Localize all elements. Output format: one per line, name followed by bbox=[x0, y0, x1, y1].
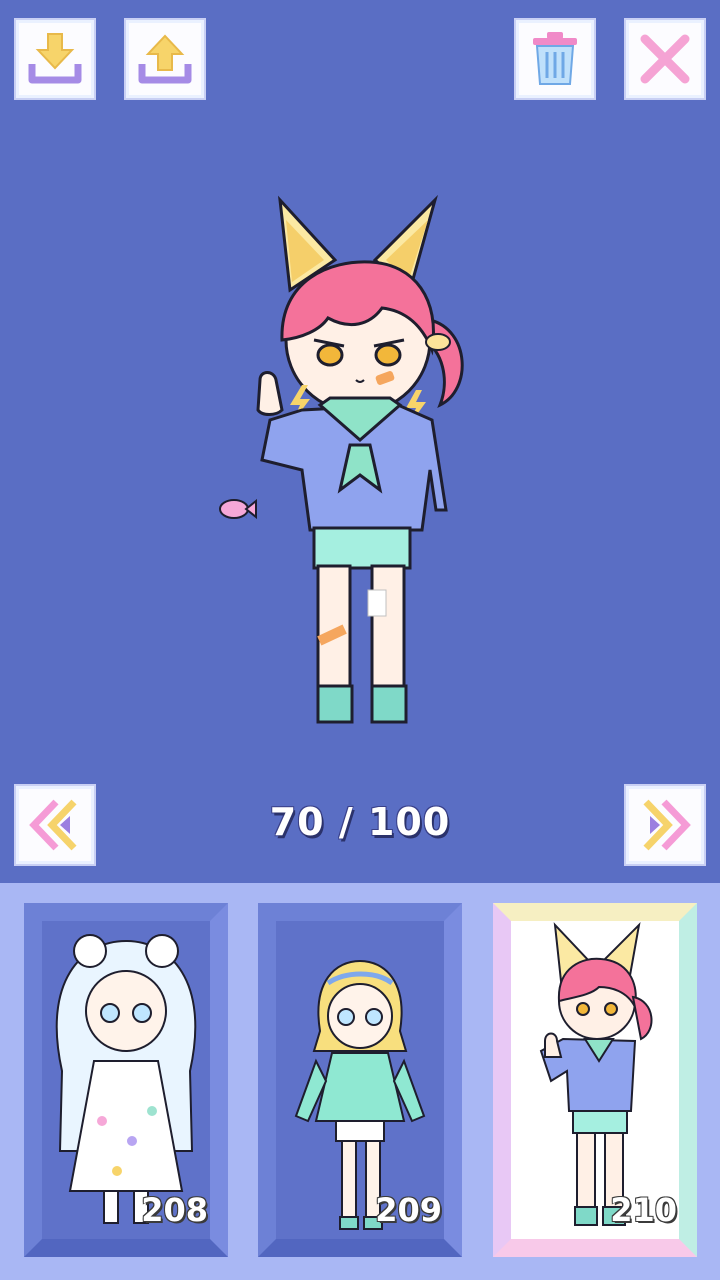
fish-sticker bbox=[218, 496, 258, 522]
character-preview bbox=[210, 190, 490, 750]
download-icon bbox=[28, 33, 82, 84]
outfit-slot[interactable]: 208 bbox=[24, 903, 228, 1257]
close-button[interactable] bbox=[624, 18, 706, 100]
double-chevron-right-icon bbox=[643, 799, 691, 851]
next-button[interactable] bbox=[624, 784, 706, 866]
close-icon bbox=[640, 34, 690, 84]
delete-button[interactable] bbox=[514, 18, 596, 100]
download-button[interactable] bbox=[14, 18, 96, 100]
outfit-slot[interactable]: 209 bbox=[258, 903, 462, 1257]
upload-icon bbox=[138, 34, 192, 84]
slot-number: 209 bbox=[375, 1191, 442, 1229]
slot-number: 210 bbox=[610, 1191, 677, 1229]
slot-number: 208 bbox=[141, 1191, 208, 1229]
trash-icon bbox=[533, 32, 577, 85]
upload-button[interactable] bbox=[124, 18, 206, 100]
outfit-counter: 70 / 100 bbox=[269, 800, 451, 844]
outfit-slot-selected[interactable]: 210 bbox=[493, 903, 697, 1257]
